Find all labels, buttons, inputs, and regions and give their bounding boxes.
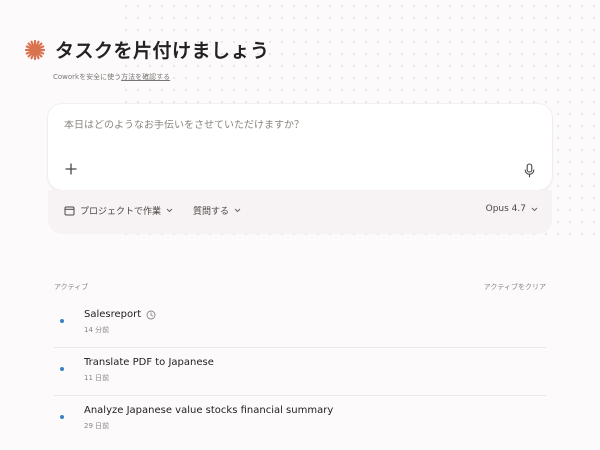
- model-selector[interactable]: Opus 4.7: [486, 204, 538, 214]
- page-header: タスクを片付けましょう: [24, 36, 270, 63]
- microphone-icon: [524, 162, 534, 177]
- status-dot: [60, 415, 64, 419]
- composer-toolbar: プロジェクトで作業 質問する Opus 4.7: [48, 190, 552, 234]
- status-dot: [60, 319, 64, 323]
- chevron-down-icon: [531, 207, 538, 211]
- status-dot: [60, 367, 64, 371]
- list-item[interactable]: Translate PDF to Japanese 11 日前: [54, 348, 546, 396]
- folder-icon: [64, 206, 75, 216]
- page-subtitle: Coworkを安全に使う方法を確認する: [53, 72, 170, 82]
- subtitle-text: Coworkを安全に使う: [53, 73, 122, 81]
- work-in-project-button[interactable]: プロジェクトで作業: [64, 204, 173, 217]
- task-time: 29 日前: [84, 422, 110, 430]
- prompt-composer: [48, 104, 552, 190]
- add-attachment-button[interactable]: [64, 162, 78, 176]
- task-time: 14 分前: [84, 326, 110, 334]
- list-item[interactable]: Salesreport 14 分前: [54, 300, 546, 348]
- model-label: Opus 4.7: [485, 204, 526, 214]
- clear-activity-button[interactable]: アクティブをクリア: [484, 282, 546, 292]
- chevron-down-icon: [234, 208, 241, 213]
- activity-heading: アクティブ: [54, 283, 89, 291]
- task-name: Salesreport: [84, 309, 142, 320]
- task-time: 11 日前: [84, 374, 110, 382]
- work-in-project-label: プロジェクトで作業: [80, 207, 162, 217]
- page-title: タスクを片付けましょう: [55, 40, 270, 62]
- sparkle-logo-icon: [24, 39, 46, 61]
- task-name: Analyze Japanese value stocks financial …: [84, 405, 334, 416]
- voice-input-button[interactable]: [522, 162, 536, 178]
- activity-section-header: アクティブ アクティブをクリア: [54, 282, 546, 292]
- chevron-down-icon: [166, 208, 173, 213]
- safety-guide-link[interactable]: 方法を確認する: [121, 73, 170, 81]
- clock-icon: [146, 310, 156, 320]
- task-name-row: Salesreport: [84, 309, 156, 320]
- list-item[interactable]: Analyze Japanese value stocks financial …: [54, 396, 546, 443]
- plus-icon: [65, 163, 77, 175]
- ask-mode-button[interactable]: 質問する: [193, 204, 241, 217]
- activity-list: Salesreport 14 分前 Translate PDF to Japan…: [54, 300, 546, 443]
- ask-mode-label: 質問する: [193, 207, 230, 217]
- prompt-input[interactable]: [64, 120, 534, 131]
- task-name: Translate PDF to Japanese: [84, 357, 214, 368]
